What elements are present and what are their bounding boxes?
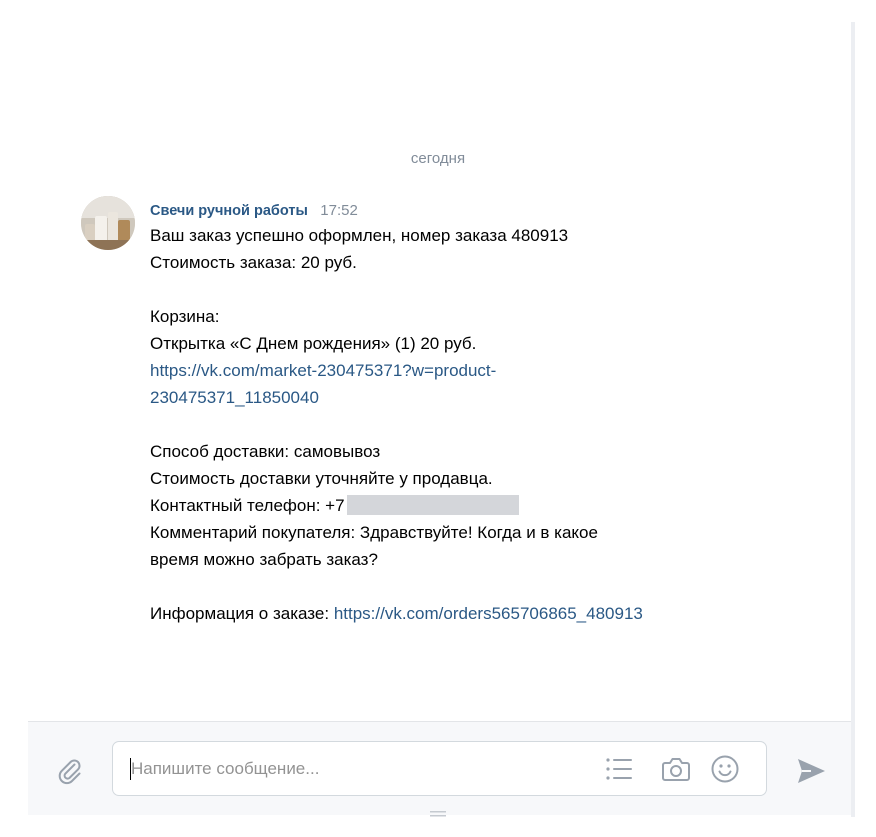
product-link[interactable]: https://vk.com/market-230475371?w=produc… xyxy=(150,361,496,380)
camera-button[interactable] xyxy=(659,752,693,786)
redacted-phone xyxy=(346,495,519,515)
drag-handle-icon xyxy=(430,811,446,817)
message-time[interactable]: 17:52 xyxy=(320,202,358,219)
send-icon xyxy=(798,759,825,783)
message-input[interactable] xyxy=(131,755,591,783)
smile-icon xyxy=(711,755,739,783)
resize-handle[interactable] xyxy=(430,804,446,817)
product-link-continued[interactable]: 230475371_11850040 xyxy=(150,388,319,407)
order-info-line: Информация о заказе: https://vk.com/orde… xyxy=(150,600,790,627)
message-line: Открытка «С Днем рождения» (1) 20 руб. xyxy=(150,334,477,353)
templates-button[interactable] xyxy=(602,752,636,786)
message-input-box[interactable] xyxy=(112,741,767,796)
order-link[interactable]: https://vk.com/orders565706865_480913 xyxy=(334,604,643,623)
message-header: Свечи ручной работы 17:52 xyxy=(150,200,790,222)
send-button[interactable] xyxy=(790,751,832,791)
message-line: Ваш заказ успешно оформлен, номер заказа… xyxy=(150,226,569,245)
order-info-label: Информация о заказе: xyxy=(150,604,334,623)
window-right-border xyxy=(851,22,855,817)
message-line: время можно забрать заказ? xyxy=(150,550,378,569)
emoji-button[interactable] xyxy=(708,752,742,786)
list-icon xyxy=(606,758,632,780)
message-line: Стоимость доставки уточняйте у продавца. xyxy=(150,469,493,488)
phone-line: Контактный телефон: +7 xyxy=(150,492,790,519)
camera-icon xyxy=(662,758,690,781)
paperclip-icon xyxy=(58,759,81,785)
sender-name[interactable]: Свечи ручной работы xyxy=(150,203,308,219)
candles-avatar-image xyxy=(81,196,135,250)
message-line: Комментарий покупателя: Здравствуйте! Ко… xyxy=(150,523,598,542)
message: Свечи ручной работы 17:52 Ваш заказ успе… xyxy=(150,200,790,627)
sender-avatar[interactable] xyxy=(81,196,135,250)
attach-button[interactable] xyxy=(50,751,90,791)
phone-label: Контактный телефон: +7 xyxy=(150,496,345,515)
date-divider: сегодня xyxy=(410,150,466,167)
message-line: Корзина: xyxy=(150,307,220,326)
message-line: Стоимость заказа: 20 руб. xyxy=(150,253,357,272)
message-line: Способ доставки: самовывоз xyxy=(150,442,381,461)
